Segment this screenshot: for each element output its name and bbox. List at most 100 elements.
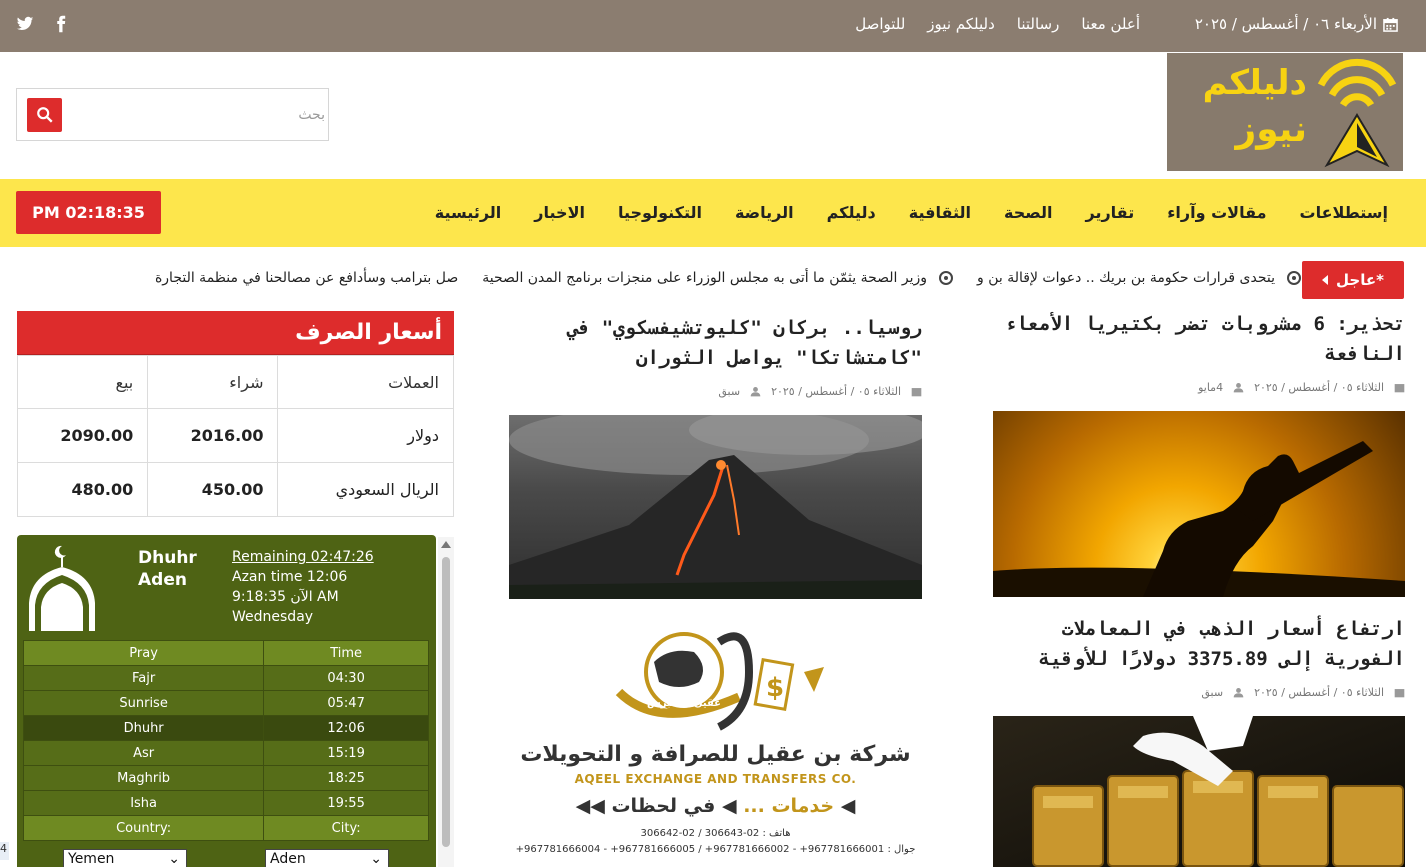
link-contact[interactable]: للتواصل [855,15,905,33]
nav-sports[interactable]: الرياضة [735,203,794,222]
ad-mobile: جوال : 967781666001+ - 967781666002+ / 9… [515,844,916,855]
table-row-active: Dhuhr 12:06 [22,715,429,741]
link-advertise[interactable]: أعلن معنا [1081,15,1140,33]
nav-health[interactable]: الصحة [1004,203,1053,222]
user-icon [1233,383,1244,393]
ad-company-arabic: شركة بن عقيل للصرافة و التحويلات [520,742,911,767]
aqeel-logo: $ [615,632,824,731]
edge-fragment: 4 [0,842,9,860]
table-row: Asr 15:19 [22,740,429,766]
city-select[interactable]: Aden ⌄ [265,849,389,867]
nav-home[interactable]: الرئيسية [435,203,502,222]
table-row: Fajr 04:30 [22,665,429,691]
social-links [16,15,70,33]
prayer-name: Asr [22,740,265,766]
top-bar: الأربعاء ٠٦ / أغسطس / ٢٠٢٥ للتواصل دليلك… [0,0,1426,52]
calendar-icon [911,388,922,397]
link-our-mission[interactable]: رسالتنا [1017,15,1060,33]
table-header-row: Pray Time [22,640,429,666]
article-image-volcano[interactable] [509,415,922,599]
nav-polls[interactable]: إستطلاعات [1300,203,1389,222]
ad-phone: هاتف : 02-306643 / 02-306642 [640,828,791,839]
article-title[interactable]: ارتفاع أسعار الذهب في المعاملات الفورية … [990,614,1405,674]
currency-sell: 480.00 [16,462,149,517]
article-author[interactable]: سبق [1201,686,1223,699]
table-row: Maghrib 18:25 [22,765,429,791]
prayer-time: 04:30 [263,665,429,691]
prayer-name: Isha [22,790,265,816]
country-select[interactable]: Yemen ⌄ [63,849,187,867]
header-buy: شراء [147,355,279,409]
ad-arrow-icon: ◀◀ [575,795,605,817]
ad-company-english: AQEEL EXCHANGE AND TRANSFERS CO. [574,772,857,786]
main-nav: الرئيسية الاخبار التكنولوجيا الرياضة دلي… [0,179,1426,247]
prayer-current-city: Aden [138,570,187,590]
header-sell: بيع [16,355,149,409]
calendar-icon [1383,17,1398,32]
advertisement-aqeel[interactable]: $ عقيل اكسبرس شركة بن عقيل للصرافة و الت… [509,612,922,862]
top-links: للتواصل دليلكم نيوز رسالتنا أعلن معنا [855,15,1140,33]
country-select-value: Yemen [68,851,115,867]
table-row: الريال السعودي 450.00 480.00 [16,462,454,517]
ticker-item[interactable]: وزير الصحة يثمّن ما أتى به مجلس الوزراء … [482,270,954,286]
nav-technology[interactable]: التكنولوجيا [618,203,702,222]
ticker-item[interactable]: يتحدى قرارات حكومة بن بريك .. دعوات لإقا… [977,270,1301,286]
article-title[interactable]: تحذير: 6 مشروبات تضر بكتيريا الأمعاء الن… [990,309,1405,369]
article-author[interactable]: 4مايو [1198,381,1223,394]
scrollbar-thumb[interactable] [442,557,450,847]
scroll-up-arrow-icon[interactable] [441,541,451,548]
exchange-rates-widget: أسعار الصرف العملات شراء بيع دولار 2016.… [16,311,454,517]
prayer-name: Maghrib [22,765,265,791]
currency-sell: 2090.00 [16,408,149,463]
prayer-current-name: Dhuhr [138,548,197,568]
facebook-icon[interactable] [52,15,70,33]
chevron-down-icon: ⌄ [168,851,180,867]
search-input[interactable] [69,99,325,131]
article-date: الثلاثاء ٠٥ / أغسطس / ٢٠٢٥ [1254,381,1384,394]
widget-scrollbar[interactable] [438,537,454,867]
search-icon [36,107,53,123]
caret-left-icon [1322,275,1329,285]
exchange-rates-table: العملات شراء بيع دولار 2016.00 2090.00 ا… [16,355,454,517]
prayer-times-table: Pray Time Fajr 04:30 Sunrise 05:47 Dhuhr 12… [22,640,429,841]
nav-dalilkom[interactable]: دليلكم [827,203,876,222]
table-header-row: العملات شراء بيع [16,355,454,409]
nav-news[interactable]: الاخبار [534,203,585,222]
ticker-items: صل بترامب وسأدافع عن مصالحنا في منظمة ال… [155,270,1301,286]
nav-articles-opinions[interactable]: مقالات وآراء [1167,203,1266,222]
article-meta: الثلاثاء ٠٥ / أغسطس / ٢٠٢٥ سبق [1201,686,1405,699]
ad-services: ◀ خدمات ... ◀ في لحظات ◀◀ [509,795,922,817]
ad-services-a: خدمات ... [743,795,835,817]
exchange-rates-title: أسعار الصرف [17,311,454,355]
breaking-label: *عاجل [1302,261,1404,299]
prayer-times-widget: Dhuhr Aden Remaining 02:47:26 Azan time … [17,535,436,867]
article-image-drink[interactable] [993,411,1405,597]
article-date: الثلاثاء ٠٥ / أغسطس / ٢٠٢٥ [771,385,901,398]
nav-culture[interactable]: الثقافية [909,203,971,222]
article-image-gold[interactable] [993,716,1405,867]
chevron-down-icon: ⌄ [370,851,382,867]
currency-name: الريال السعودي [277,462,454,517]
prayer-day: Wednesday [232,609,314,625]
search-box [16,88,329,141]
table-row: دولار 2016.00 2090.00 [16,408,454,463]
currency-buy: 450.00 [147,462,279,517]
site-logo[interactable]: دليلكم نيوز [1167,53,1403,171]
nav-reports[interactable]: تقارير [1086,203,1135,222]
table-row: Sunrise 05:47 [22,690,429,716]
ticker-item-text: صل بترامب وسأدافع عن مصالحنا في منظمة ال… [154,270,459,286]
breaking-label-text: *عاجل [1336,271,1384,289]
signal-arrow-icon [1317,59,1397,168]
ad-arrow-icon: ◀ [721,795,737,817]
table-row: Isha 19:55 [22,790,429,816]
ad-services-b: في لحظات [611,795,716,817]
article-meta: الثلاثاء ٠٥ / أغسطس / ٢٠٢٥ سبق [718,385,922,398]
twitter-icon[interactable] [16,15,34,33]
ticker-item[interactable]: صل بترامب وسأدافع عن مصالحنا في منظمة ال… [155,270,458,286]
article-title[interactable]: روسيا.. بركان "كليوتشيفسكوي" في "كامتشات… [509,313,922,373]
search-button[interactable] [27,98,62,132]
ticker-item-text: وزير الصحة يثمّن ما أتى به مجلس الوزراء … [482,270,928,286]
link-dalilkom-news[interactable]: دليلكم نيوز [927,15,994,33]
nav-menu: الرئيسية الاخبار التكنولوجيا الرياضة دلي… [435,203,1388,222]
article-author[interactable]: سبق [718,385,740,398]
